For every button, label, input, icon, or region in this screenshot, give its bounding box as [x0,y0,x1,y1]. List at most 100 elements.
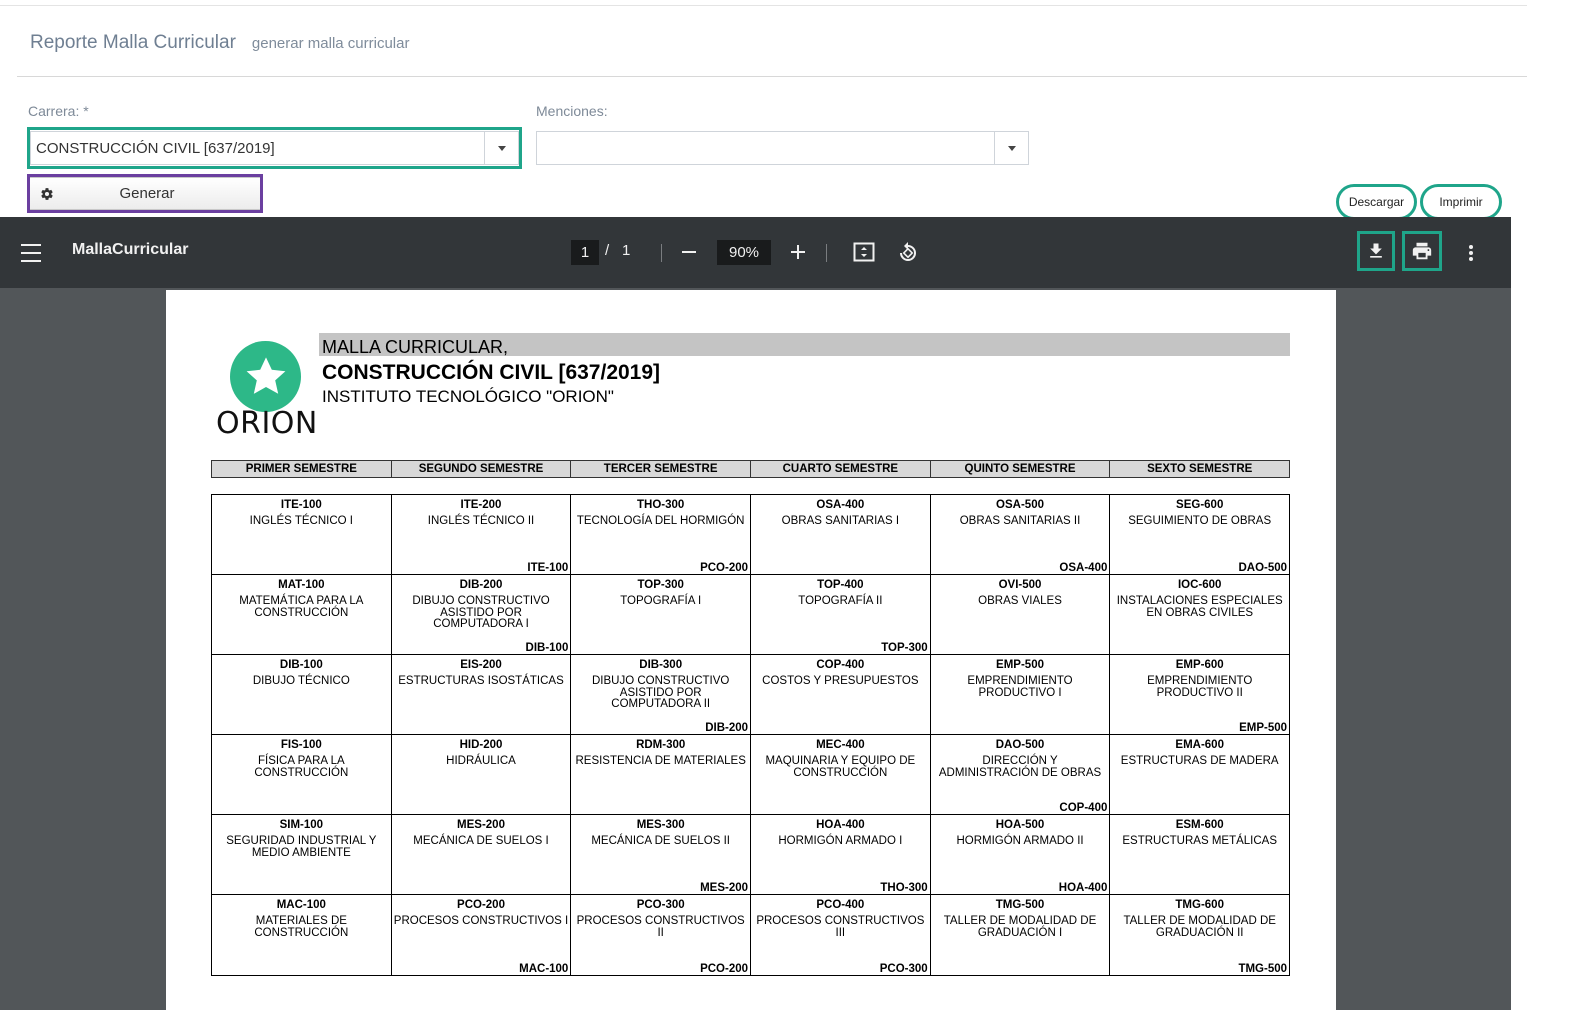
course-name: PROCESOS CONSTRUCTIVOS I [393,915,569,927]
semester-header: PRIMER SEMESTRE [212,461,392,477]
course-name: ESTRUCTURAS DE MADERA [1120,755,1279,767]
page-total: 1 [622,242,631,259]
course-cell: THO-300 TECNOLOGÍA DEL HORMIGÓN PCO-200 [571,495,752,574]
menciones-dropdown-toggle[interactable] [994,132,1028,164]
course-code: PCO-400 [816,899,865,911]
course-name: MECÁNICA DE SUELOS I [413,835,549,847]
course-code: EMA-600 [1175,739,1224,751]
course-name: DIBUJO CONSTRUCTIVO ASISTIDO POR COMPUTA… [591,675,730,710]
course-code: HID-200 [459,739,503,751]
zoom-level-input[interactable]: 90% [717,240,771,265]
course-name: OBRAS VIALES [978,595,1062,607]
download-callout: Descargar [1336,184,1417,220]
course-name: DIRECCIÓN Y ADMINISTRACIÓN DE OBRAS [938,755,1102,779]
course-name: SEGUIMIENTO DE OBRAS [1128,515,1272,527]
course-cell: IOC-600 INSTALACIONES ESPECIALES EN OBRAS… [1110,575,1289,654]
course-cell: OSA-500 OBRAS SANITARIAS II OSA-400 [931,495,1111,574]
course-code: MES-200 [457,819,505,831]
minus-icon [682,251,696,253]
course-code: HOA-500 [995,819,1045,831]
course-name: TECNOLOGÍA DEL HORMIGÓN [576,515,745,527]
course-cell: EMP-600 EMPRENDIMIENTO PRODUCTIVO II EMP-5… [1110,655,1289,734]
rotate-button[interactable] [896,240,920,264]
course-name: HIDRÁULICA [446,755,516,767]
course-prerequisite: DIB-200 [705,722,749,734]
course-cell: ITE-100 INGLÉS TÉCNICO I [212,495,392,574]
print-button[interactable] [1402,231,1442,271]
semester-header: SEXTO SEMESTRE [1147,463,1253,475]
course-code: SEG-600 [1176,499,1224,511]
curriculum-grid: ITE-100 INGLÉS TÉCNICO I ITE-200 INGLÉS TÉC… [211,494,1290,976]
plus-icon [791,245,805,259]
course-cell: SIM-100 SEGURIDAD INDUSTRIAL Y MEDIO AMBI… [212,815,392,894]
course-name: INGLÉS TÉCNICO I [249,515,353,527]
course-prerequisite: OSA-400 [1059,562,1108,574]
curriculum-row: FIS-100 FÍSICA PARA LA CONSTRUCCIÓN HID-20… [212,735,1289,815]
toolbar-separator [661,244,662,262]
course-code: DIB-100 [279,659,323,671]
course-code: ESM-600 [1175,819,1224,831]
fit-page-button[interactable] [852,240,876,264]
course-code: MES-300 [636,819,685,831]
generate-highlight [27,174,263,213]
course-cell: TOP-300 TOPOGRAFÍA I [571,575,752,654]
page-number-input[interactable]: 1 [571,240,599,265]
rotate-icon [900,242,916,261]
course-code: EIS-200 [460,659,502,671]
print-icon [1412,242,1432,260]
course-name: TOPOGRAFÍA II [798,595,883,607]
course-name: HORMIGÓN ARMADO II [956,835,1084,847]
menciones-select[interactable] [536,131,1029,165]
course-code: DIB-200 [459,579,503,591]
fit-page-icon [853,242,875,262]
course-name: DIBUJO CONSTRUCTIVO ASISTIDO POR COMPUTA… [412,595,550,630]
semester-header: CUARTO SEMESTRE [751,461,931,477]
course-code: OSA-400 [816,499,865,511]
course-cell: ESM-600 ESTRUCTURAS METÁLICAS [1110,815,1289,894]
course-name: MATEMÁTICA PARA LA CONSTRUCCIÓN [239,595,364,619]
course-code: OVI-500 [998,579,1042,591]
course-code: HOA-400 [816,819,865,831]
course-name: RESISTENCIA DE MATERIALES [575,755,746,767]
download-button[interactable] [1357,231,1395,271]
course-code: PCO-300 [636,899,685,911]
course-cell: EMA-600 ESTRUCTURAS DE MADERA [1110,735,1289,814]
hamburger-icon[interactable] [20,241,42,265]
course-name: ESTRUCTURAS METÁLICAS [1122,835,1278,847]
course-code: MAC-100 [276,899,326,911]
course-name: MAQUINARIA Y EQUIPO DE CONSTRUCCIÓN [765,755,916,779]
course-code: ITE-200 [460,499,502,511]
course-prerequisite: TMG-500 [1238,963,1288,975]
course-code: EMP-600 [1175,659,1224,671]
course-name: EMPRENDIMIENTO PRODUCTIVO II [1147,675,1253,699]
curriculum-row: SIM-100 SEGURIDAD INDUSTRIAL Y MEDIO AMBI… [212,815,1289,895]
course-cell: EIS-200 ESTRUCTURAS ISOSTÁTICAS [392,655,572,734]
course-prerequisite: EMP-500 [1239,722,1288,734]
course-cell: DIB-200 DIBUJO CONSTRUCTIVO ASISTIDO POR … [392,575,572,654]
course-prerequisite: MES-200 [700,882,749,894]
course-name: TALLER DE MODALIDAD DE GRADUACIÓN II [1123,915,1276,939]
course-cell: EMP-500 EMPRENDIMIENTO PRODUCTIVO I [931,655,1111,734]
more-vert-icon[interactable] [1460,241,1482,265]
zoom-in-button[interactable] [787,241,809,263]
course-cell: FIS-100 FÍSICA PARA LA CONSTRUCCIÓN [212,735,392,814]
course-cell: SEG-600 SEGUIMIENTO DE OBRAS DAO-500 [1110,495,1289,574]
course-code: TMG-500 [995,899,1045,911]
course-code: PCO-200 [457,899,505,911]
course-name: MECÁNICA DE SUELOS II [591,835,731,847]
top-divider [0,5,1527,6]
course-name: PROCESOS CONSTRUCTIVOS III [756,915,925,939]
course-code: MAT-100 [278,579,325,591]
course-cell: TMG-600 TALLER DE MODALIDAD DE GRADUACIÓN… [1110,895,1289,975]
menciones-label: Menciones: [536,103,608,119]
doc-institute: INSTITUTO TECNOLÓGICO "ORION" [322,387,614,406]
star-icon [230,341,301,412]
course-cell: MES-300 MECÁNICA DE SUELOS II MES-200 [571,815,752,894]
course-name: MATERIALES DE CONSTRUCCIÓN [254,915,349,939]
zoom-out-button[interactable] [678,241,700,263]
course-cell: ITE-200 INGLÉS TÉCNICO II ITE-100 [392,495,572,574]
course-code: SIM-100 [279,819,324,831]
course-cell: PCO-200 PROCESOS CONSTRUCTIVOS I MAC-100 [392,895,572,975]
curriculum-row: DIB-100 DIBUJO TÉCNICO EIS-200 ESTRUCTURAS … [212,655,1289,735]
curriculum-row: MAT-100 MATEMÁTICA PARA LA CONSTRUCCIÓN DI… [212,575,1289,655]
